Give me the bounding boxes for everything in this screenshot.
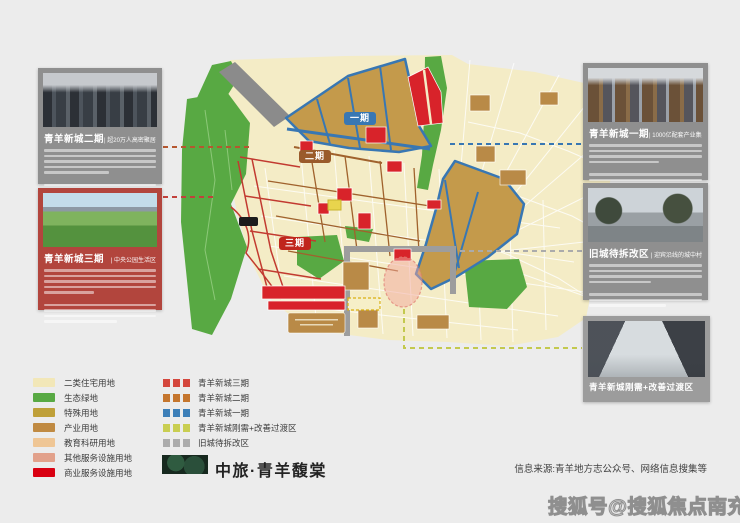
- legend-color-swatch: [33, 453, 55, 462]
- black-map-label: [239, 217, 258, 226]
- card-qingyang-phase2: 青羊新城二期 | 超20万人高密聚居区: [38, 68, 162, 184]
- legend-dashed-swatch: [163, 379, 190, 387]
- legend-land-use: 二类住宅用地生态绿地特殊用地产业用地教育科研用地其他服务设施用地商业服务设施用地: [33, 375, 132, 480]
- legend-label: 青羊新城刚需+改善过渡区: [198, 422, 296, 434]
- card-subtitle: | 迎宾沿线的城中村: [651, 250, 702, 259]
- brand-name: 中旅·青羊馥棠: [215, 457, 327, 481]
- legend-item: 产业用地: [33, 420, 132, 435]
- legend-item: 旧城待拆改区: [163, 435, 296, 450]
- legend-label: 产业用地: [64, 422, 98, 434]
- legend-item: 其他服务设施用地: [33, 450, 132, 465]
- legend-color-swatch: [33, 438, 55, 447]
- legend-label: 生态绿地: [64, 392, 98, 404]
- legend-dashed-swatch: [163, 409, 190, 417]
- card-title: 青羊新城三期: [44, 251, 104, 265]
- card-title: 青羊新城刚需+改善过渡区: [589, 381, 693, 393]
- card-subtitle: | 1000亿配套产业集群: [649, 130, 702, 139]
- legend-label: 二类住宅用地: [64, 377, 115, 389]
- legend-item: 教育科研用地: [33, 435, 132, 450]
- legend-item: 特殊用地: [33, 405, 132, 420]
- planned-parcel-outline: [348, 298, 380, 310]
- legend-color-swatch: [33, 378, 55, 387]
- legend-color-swatch: [33, 468, 55, 477]
- legend-color-swatch: [33, 393, 55, 402]
- legend-item: 青羊新城一期: [163, 405, 296, 420]
- map-label-phase2: 二期: [299, 150, 331, 163]
- project-highlight-circle: [384, 257, 422, 307]
- card-transition-zone: 青羊新城刚需+改善过渡区: [583, 316, 710, 402]
- card-qingyang-phase1: 青羊新城一期 | 1000亿配套产业集群: [583, 63, 708, 180]
- legend-item: 青羊新城刚需+改善过渡区: [163, 420, 296, 435]
- poster: 一期 二期 三期 青羊新城二期 | 超20万人高密聚居区 青羊新城三期 | 中央…: [0, 0, 740, 523]
- card-photo-business-district: [588, 68, 703, 122]
- card-title: 青羊新城二期: [44, 131, 104, 145]
- card-title: 旧城待拆改区: [589, 246, 649, 260]
- legend-label: 青羊新城二期: [198, 392, 249, 404]
- brand-logo-image: [162, 455, 208, 474]
- card-body-text: [589, 264, 702, 307]
- legend-label: 特殊用地: [64, 407, 98, 419]
- legend-item: 生态绿地: [33, 390, 132, 405]
- legend-label: 其他服务设施用地: [64, 452, 132, 464]
- map-label-phase3: 三期: [279, 237, 311, 250]
- legend-label: 旧城待拆改区: [198, 437, 249, 449]
- legend-color-swatch: [33, 423, 55, 432]
- card-photo-towers: [588, 321, 705, 377]
- source-note: 信息来源:青羊地方志公众号、网络信息搜集等: [514, 461, 707, 475]
- legend-item: 商业服务设施用地: [33, 465, 132, 480]
- legend-item: 青羊新城三期: [163, 375, 296, 390]
- card-subtitle: | 超20万人高密聚居区: [104, 135, 156, 144]
- card-photo-park: [43, 193, 157, 247]
- card-photo-cityscape: [43, 73, 157, 127]
- legend-item: 二类住宅用地: [33, 375, 132, 390]
- legend-item: 青羊新城二期: [163, 390, 296, 405]
- card-photo-street: [588, 188, 703, 242]
- legend-dashed-swatch: [163, 439, 190, 447]
- card-body-text: [44, 269, 156, 323]
- legend-label: 青羊新城三期: [198, 377, 249, 389]
- watermark: 搜狐号@搜狐焦点南充站: [548, 490, 740, 519]
- legend-color-swatch: [33, 408, 55, 417]
- yellow-parcel: [328, 200, 341, 210]
- card-title: 青羊新城一期: [589, 126, 649, 140]
- legend-label: 教育科研用地: [64, 437, 115, 449]
- legend-label: 青羊新城一期: [198, 407, 249, 419]
- legend-dashed-swatch: [163, 394, 190, 402]
- card-old-town-redevelopment: 旧城待拆改区 | 迎宾沿线的城中村: [583, 183, 708, 300]
- legend-label: 商业服务设施用地: [64, 467, 132, 479]
- map-label-phase1: 一期: [344, 112, 376, 125]
- legend-dashed-swatch: [163, 424, 190, 432]
- legend-zones: 青羊新城三期青羊新城二期青羊新城一期青羊新城刚需+改善过渡区旧城待拆改区: [163, 375, 296, 450]
- card-subtitle: | 中央公园生活区: [111, 255, 156, 264]
- card-qingyang-phase3: 青羊新城三期 | 中央公园生活区: [38, 188, 162, 310]
